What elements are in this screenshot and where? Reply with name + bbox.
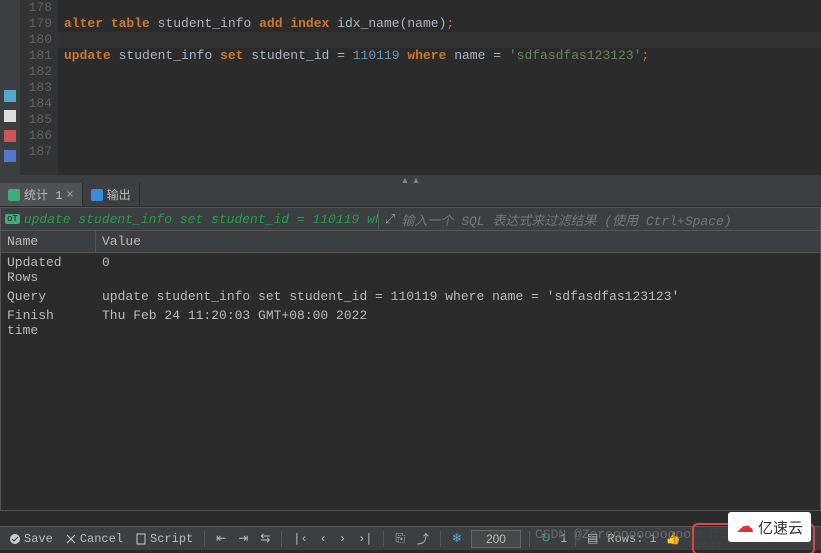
- expand-icon[interactable]: ⤢: [385, 212, 395, 227]
- column-header-name[interactable]: Name: [1, 231, 96, 252]
- link-button[interactable]: ⎘: [392, 532, 408, 546]
- db-icon[interactable]: [4, 90, 16, 102]
- code-editor[interactable]: alter table student_info add index idx_n…: [58, 0, 821, 175]
- rows-label: Rows:: [607, 532, 643, 546]
- separator: [204, 531, 205, 547]
- thumb-up-icon[interactable]: 👍: [663, 531, 684, 546]
- filter-input[interactable]: 输入一个 SQL 表达式来过滤结果 (使用 Ctrl+Space): [401, 210, 731, 229]
- table-header: Name Value: [1, 231, 820, 253]
- save-button[interactable]: Save: [6, 532, 56, 546]
- outdent-button[interactable]: ⇆: [257, 531, 273, 546]
- result-table: Name Value Updated Rows 0 Query update s…: [0, 231, 821, 511]
- filter-rows-button[interactable]: ▤: [584, 531, 601, 546]
- filter-badge-icon: oT: [5, 214, 20, 224]
- panel-fold-handle[interactable]: ▴ ▴: [0, 175, 821, 183]
- script-icon: [135, 533, 147, 545]
- filter-sql-text: update student_info set student_id = 110…: [24, 212, 378, 227]
- column-header-value[interactable]: Value: [96, 231, 820, 252]
- table-row[interactable]: Finish time Thu Feb 24 11:20:03 GMT+08:0…: [1, 306, 820, 340]
- cell-name: Query: [1, 287, 96, 306]
- first-page-button[interactable]: |‹: [290, 532, 310, 546]
- tab-label: 统计 1: [24, 186, 62, 203]
- prev-page-button[interactable]: ‹: [317, 532, 330, 546]
- separator: [575, 531, 576, 547]
- page-number: 1: [560, 532, 567, 546]
- separator: [440, 531, 441, 547]
- marker-icon[interactable]: [4, 130, 16, 142]
- cell-value: 0: [96, 253, 820, 287]
- indent-right-button[interactable]: ⇥: [235, 531, 251, 546]
- tab-statistics-1[interactable]: 统计 1 ×: [0, 183, 83, 206]
- tab-output[interactable]: 输出: [83, 183, 140, 206]
- cancel-button[interactable]: Cancel: [62, 532, 126, 546]
- cell-value: update student_info set student_id = 110…: [96, 287, 820, 306]
- filter-bar: oT update student_info set student_id = …: [0, 207, 821, 231]
- settings-button[interactable]: ❄: [449, 531, 465, 546]
- next-page-button[interactable]: ›: [336, 532, 349, 546]
- file-icon[interactable]: [4, 110, 16, 122]
- cell-value: Thu Feb 24 11:20:03 GMT+08:00 2022: [96, 306, 820, 340]
- row-limit-input[interactable]: [471, 530, 521, 548]
- separator: [383, 531, 384, 547]
- filter-sql-preview[interactable]: oT update student_info set student_id = …: [1, 212, 378, 227]
- script-button[interactable]: Script: [132, 532, 196, 546]
- separator: [529, 531, 530, 547]
- bottom-toolbar: Save Cancel Script ⇤ ⇥ ⇆ |‹ ‹ › ›| ⎘ ⤴ ❄…: [0, 526, 821, 550]
- cell-name: Updated Rows: [1, 253, 96, 287]
- marker2-icon[interactable]: [4, 150, 16, 162]
- export-button[interactable]: ⤴: [414, 530, 432, 547]
- line-gutter: 178 179 180 181 182 183 184 185 186 187: [20, 0, 58, 175]
- x-icon: [65, 533, 77, 545]
- filter-input-wrap: ⤢ 输入一个 SQL 表达式来过滤结果 (使用 Ctrl+Space): [378, 210, 820, 229]
- tab-label: 输出: [107, 186, 131, 203]
- check-icon: [9, 533, 21, 545]
- status-text: 0 行已还原 - 2ms 2022: [692, 523, 815, 553]
- close-icon[interactable]: ×: [66, 188, 73, 202]
- last-page-button[interactable]: ›|: [355, 532, 375, 546]
- table-body: Updated Rows 0 Query update student_info…: [1, 253, 820, 510]
- table-row[interactable]: Query update student_info set student_id…: [1, 287, 820, 306]
- separator: [281, 531, 282, 547]
- table-row[interactable]: Updated Rows 0: [1, 253, 820, 287]
- output-icon: [91, 189, 103, 201]
- cell-name: Finish time: [1, 306, 96, 340]
- left-icon-strip: [0, 0, 20, 175]
- stats-icon: [8, 189, 20, 201]
- refresh-button[interactable]: ↻: [538, 531, 554, 546]
- rows-count: 1: [649, 532, 656, 546]
- indent-left-button[interactable]: ⇤: [213, 531, 229, 546]
